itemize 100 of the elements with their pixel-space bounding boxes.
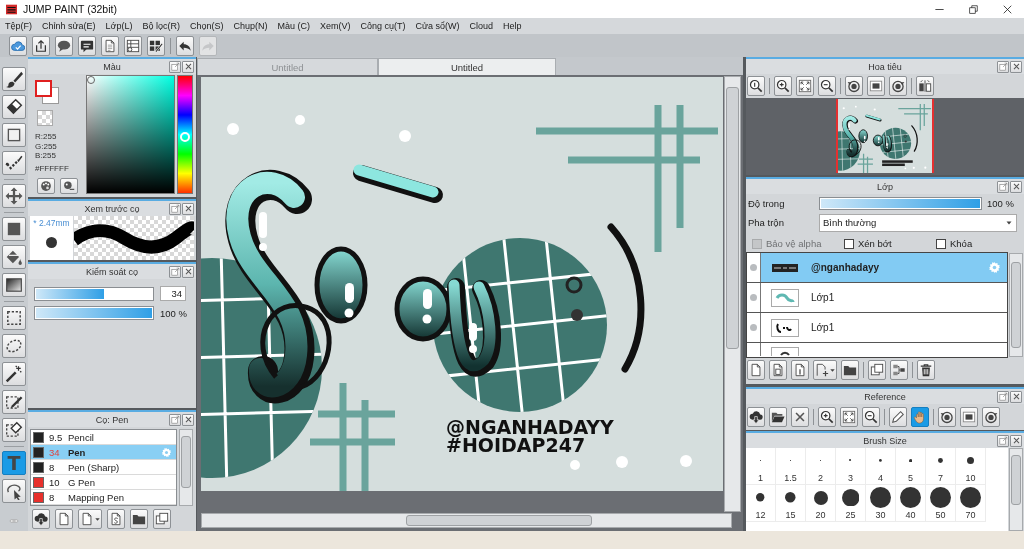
menu-item[interactable]: Công cụ(T) <box>355 19 411 33</box>
folder-button[interactable] <box>130 509 148 529</box>
brush-size-button[interactable]: 5 <box>896 448 926 485</box>
brush-size-button[interactable]: 1 <box>746 448 776 485</box>
brush-size-button[interactable]: 1.5 <box>776 448 806 485</box>
menu-item[interactable]: Cửa sổ(W) <box>410 19 465 33</box>
brush-list-item[interactable]: 8 Mapping Pen <box>31 490 176 505</box>
detach-button[interactable] <box>997 180 1009 193</box>
square-button[interactable] <box>2 123 26 147</box>
page-button[interactable] <box>55 509 73 529</box>
menu-item[interactable]: Bộ lọc(R) <box>137 19 185 33</box>
cloud-download-button[interactable] <box>32 509 50 529</box>
expand-arrows-button[interactable] <box>796 76 814 96</box>
flip-button[interactable] <box>916 76 934 96</box>
layer-row[interactable]: Lớp1 <box>747 283 1007 313</box>
menu-item[interactable]: Chỉnh sửa(E) <box>37 19 101 33</box>
blend-mode-dropdown[interactable]: Bình thường <box>819 213 1017 232</box>
upload-button[interactable] <box>32 35 50 56</box>
selection-pen-button[interactable] <box>2 390 26 414</box>
brush-size-button[interactable]: 10 <box>956 448 986 485</box>
brush-button[interactable] <box>2 67 26 91</box>
rotate-right-button[interactable] <box>889 76 907 96</box>
palette-minus-button[interactable] <box>60 178 78 194</box>
color-field[interactable] <box>86 75 175 194</box>
cloud-download-button[interactable] <box>747 407 765 427</box>
menu-item[interactable]: Help <box>498 19 527 33</box>
page-square-button[interactable] <box>769 360 787 380</box>
scrollbar[interactable] <box>179 429 193 506</box>
detach-button[interactable] <box>169 60 181 73</box>
menu-item[interactable]: Chụp(N) <box>228 19 273 33</box>
menu-item[interactable]: Lớp(L) <box>100 19 138 33</box>
page-button[interactable] <box>78 509 102 529</box>
brush-size-button[interactable]: 2 <box>806 448 836 485</box>
detach-button[interactable] <box>997 390 1009 403</box>
duplicate-button[interactable] <box>868 360 886 380</box>
table-button[interactable] <box>124 35 142 56</box>
close-button[interactable] <box>1010 180 1022 193</box>
brush-size-button[interactable]: 70 <box>956 485 986 522</box>
brush-size-button[interactable]: 25 <box>836 485 866 522</box>
brush-size-button[interactable]: 4 <box>866 448 896 485</box>
magic-wand-button[interactable] <box>2 362 26 386</box>
layer-row[interactable]: @nganhadayy <box>747 253 1007 283</box>
speech-bubble-button[interactable] <box>55 35 73 56</box>
scrollbar-thumb[interactable] <box>1011 455 1021 505</box>
folder-button[interactable] <box>841 360 859 380</box>
scrollbar-thumb[interactable] <box>1011 262 1021 348</box>
scrollbar-thumb[interactable] <box>726 87 739 349</box>
dotted-line-button[interactable] <box>2 151 26 175</box>
framed-square-button[interactable] <box>960 407 978 427</box>
menu-item[interactable]: Cloud <box>464 19 499 33</box>
detach-button[interactable] <box>169 265 181 278</box>
page-line-button[interactable] <box>791 360 809 380</box>
menu-item[interactable]: Tệp(F) <box>0 19 37 33</box>
filled-square-button[interactable] <box>2 217 26 241</box>
eraser-button[interactable] <box>2 95 26 119</box>
brush-size-button[interactable]: 30 <box>866 485 896 522</box>
folder-button[interactable] <box>769 407 787 427</box>
document-button[interactable] <box>101 35 119 56</box>
brush-size-button[interactable]: 12 <box>746 485 776 522</box>
scrollbar[interactable] <box>1009 253 1023 357</box>
zoom-out-button[interactable] <box>862 407 880 427</box>
close-button[interactable] <box>182 60 194 73</box>
zoom-in-button[interactable] <box>818 407 836 427</box>
checkbox[interactable] <box>844 238 854 249</box>
close-button[interactable] <box>182 202 194 215</box>
close-button[interactable] <box>1010 434 1022 447</box>
framed-square-button[interactable] <box>867 76 885 96</box>
brush-list-item[interactable]: 10 G Pen <box>31 475 176 490</box>
scrollbar[interactable] <box>201 513 732 528</box>
detach-button[interactable] <box>997 434 1009 447</box>
message-button[interactable] <box>78 35 96 56</box>
menu-item[interactable]: Xem(V) <box>315 19 356 33</box>
gradient-button[interactable] <box>2 273 26 297</box>
brush-size-button[interactable]: 50 <box>926 485 956 522</box>
detach-button[interactable] <box>997 60 1009 73</box>
close-button[interactable] <box>791 407 809 427</box>
selection-eraser-button[interactable] <box>2 418 26 442</box>
page-squiggle-button[interactable] <box>107 509 125 529</box>
trash-button[interactable] <box>917 360 935 380</box>
hue-slider[interactable] <box>177 75 193 194</box>
pen-button[interactable] <box>889 407 907 427</box>
close-button[interactable] <box>182 413 194 426</box>
bucket-button[interactable] <box>2 245 26 269</box>
close-button[interactable] <box>1010 390 1022 403</box>
brush-size-button[interactable]: 7 <box>926 448 956 485</box>
scrollbar[interactable] <box>724 76 741 512</box>
menu-item[interactable]: Chọn(S) <box>185 19 229 33</box>
rotate-left-button[interactable] <box>845 76 863 96</box>
magnifier-button[interactable] <box>747 76 765 96</box>
zoom-out-button[interactable] <box>818 76 836 96</box>
brush-size-button[interactable]: 3 <box>836 448 866 485</box>
transparent-swatch-icon[interactable] <box>37 110 53 126</box>
brush-list-item[interactable]: 8 Pen (Sharp) <box>31 460 176 475</box>
lasso-pointer-button[interactable] <box>2 479 26 503</box>
move-button[interactable] <box>2 184 26 208</box>
color-swatches-icon[interactable] <box>35 80 59 104</box>
expand-arrows-button[interactable] <box>840 407 858 427</box>
grid-edit-button[interactable] <box>147 35 165 56</box>
page-button[interactable] <box>747 360 765 380</box>
zoom-in-button[interactable] <box>774 76 792 96</box>
